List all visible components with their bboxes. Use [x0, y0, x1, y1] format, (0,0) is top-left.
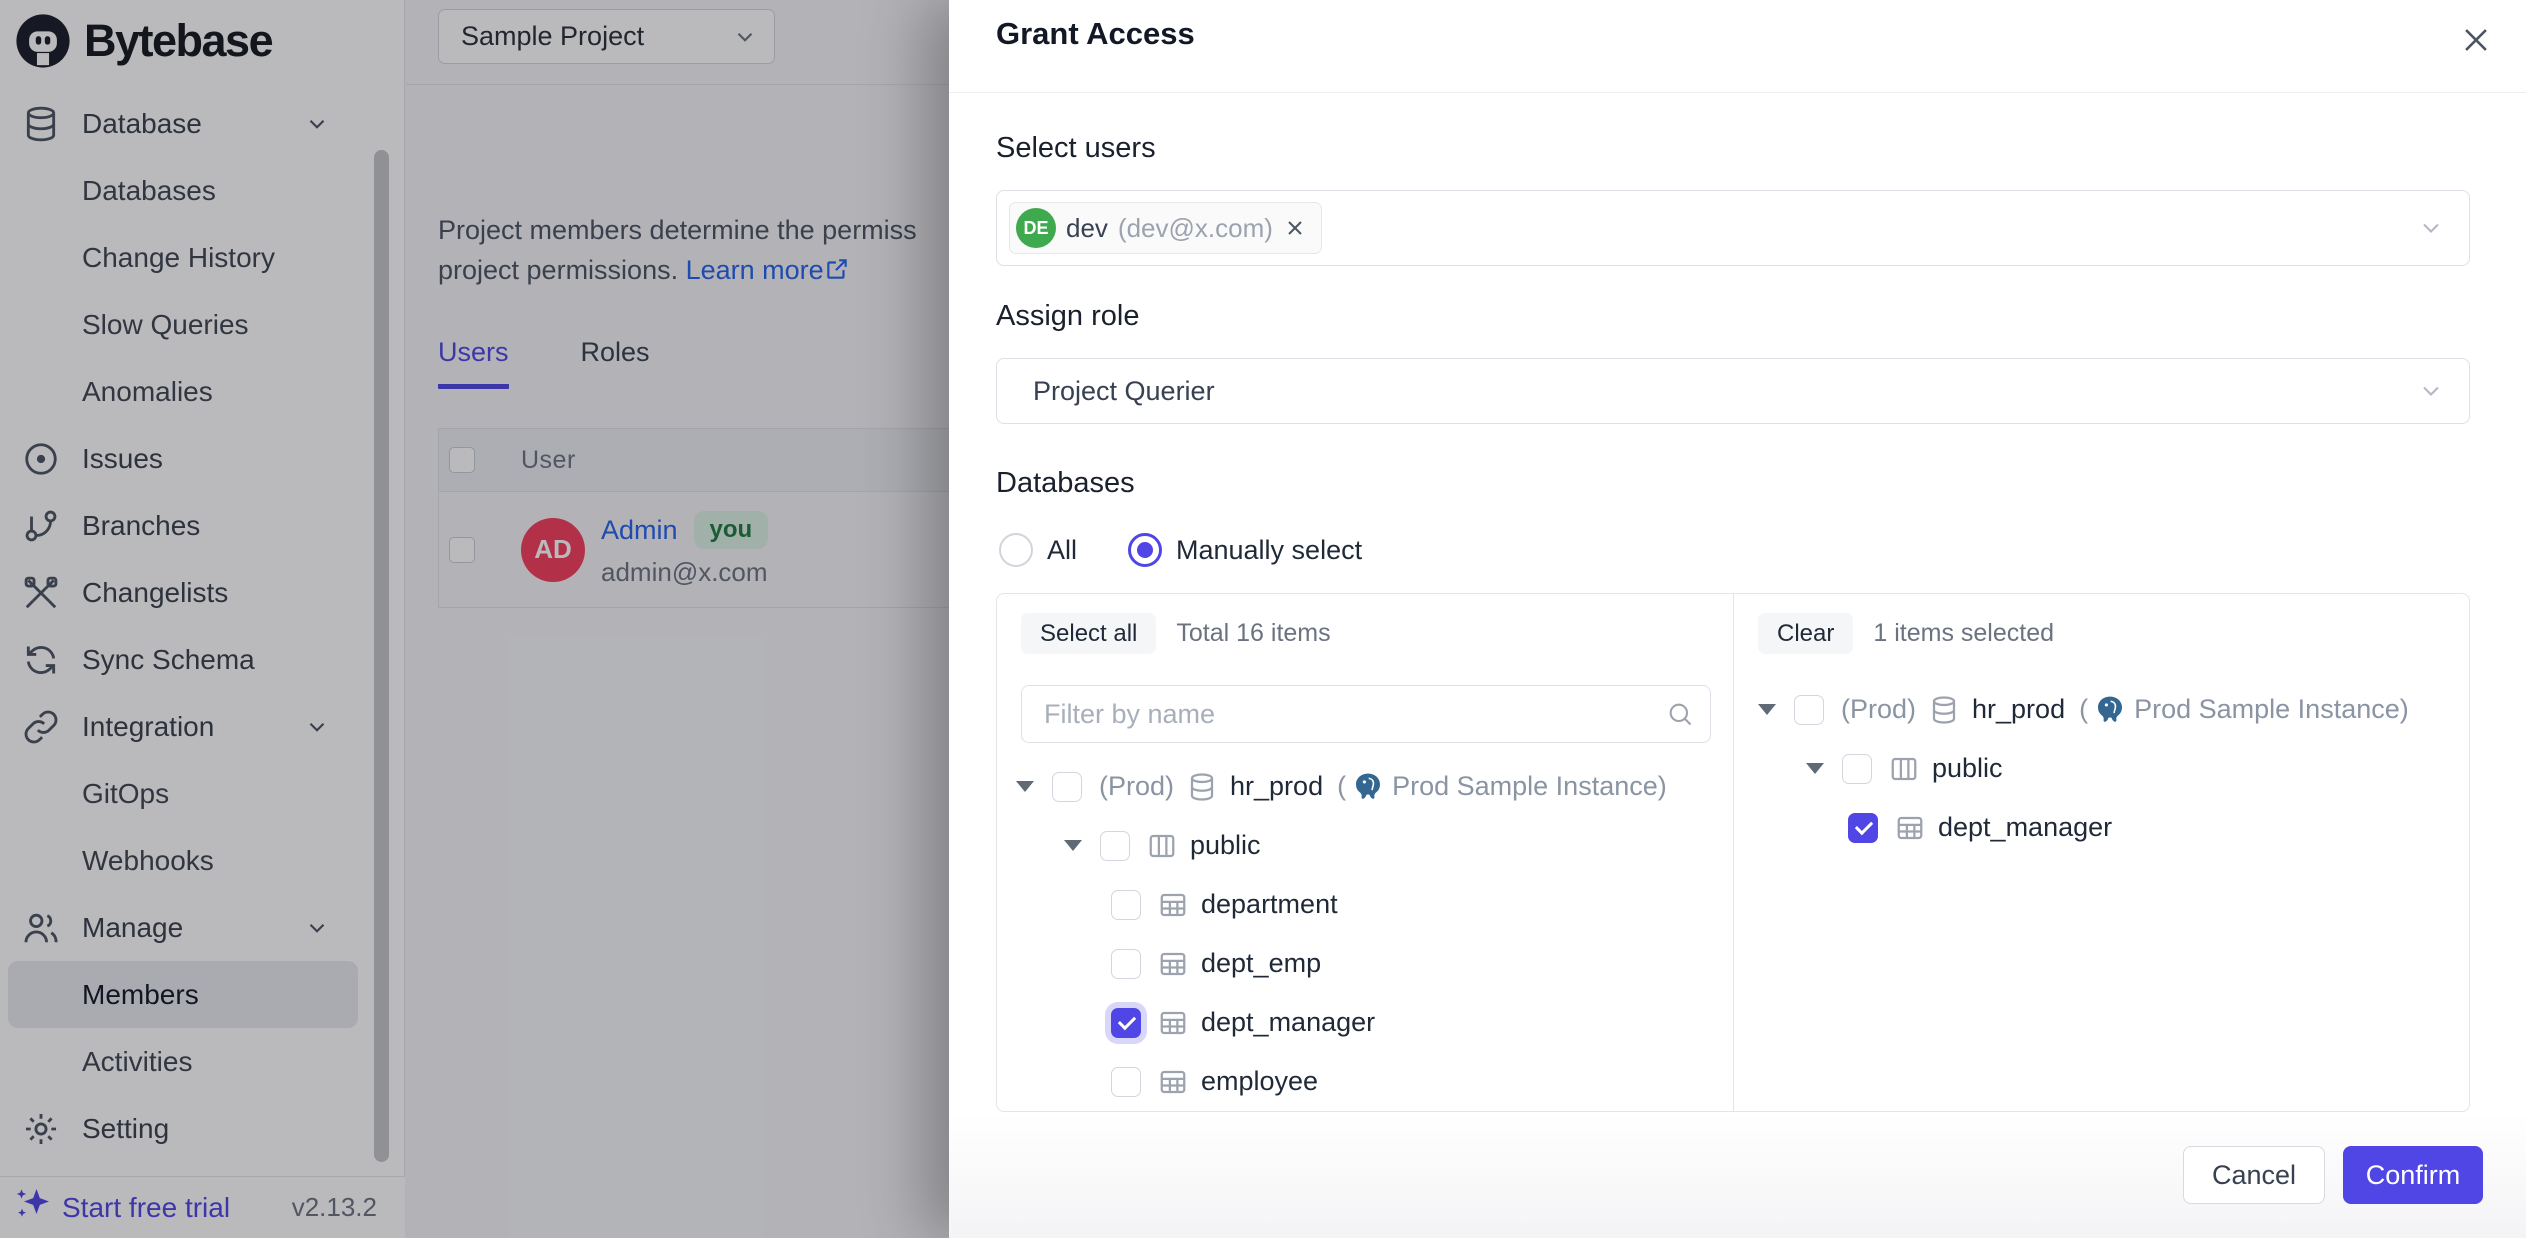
assign-role-label: Assign role	[996, 300, 1139, 333]
tree-row-table[interactable]: department	[997, 875, 1733, 934]
radio-all[interactable]: All	[999, 533, 1077, 567]
radio-circle[interactable]	[999, 533, 1033, 567]
tree-checkbox[interactable]	[1052, 772, 1082, 802]
modal-footer: Cancel Confirm	[949, 1112, 2526, 1238]
database-icon	[1929, 695, 1959, 725]
table-icon	[1158, 949, 1188, 979]
caret-down-icon[interactable]	[1805, 763, 1825, 774]
select-users-field[interactable]: DE dev (dev@x.com)	[996, 190, 2470, 266]
modal-title: Grant Access	[996, 16, 1195, 52]
selected-items-text: 1 items selected	[1873, 619, 2054, 648]
source-tree: (Prod) hr_prod ( Prod Sample Instance) p…	[997, 757, 1733, 1111]
assign-role-select[interactable]: Project Querier	[996, 358, 2470, 424]
caret-down-icon[interactable]	[1757, 704, 1777, 715]
tree-row-schema[interactable]: public	[997, 816, 1733, 875]
select-users-label: Select users	[996, 132, 1156, 165]
tree-row-schema[interactable]: public	[1734, 739, 2469, 798]
transfer-source-panel: Select all Total 16 items (Prod) hr_prod…	[997, 594, 1733, 1111]
tree-checkbox-checked[interactable]	[1111, 1008, 1141, 1038]
select-all-button[interactable]: Select all	[1021, 613, 1156, 654]
tree-checkbox[interactable]	[1100, 831, 1130, 861]
grant-access-modal: Grant Access Select users DE dev (dev@x.…	[949, 0, 2526, 1238]
postgresql-icon	[2094, 694, 2126, 726]
tree-row-table[interactable]: dept_emp	[997, 934, 1733, 993]
tree-row-table[interactable]: employee	[997, 1052, 1733, 1111]
search-icon	[1666, 700, 1694, 728]
table-icon	[1158, 1067, 1188, 1097]
caret-down-icon[interactable]	[1015, 781, 1035, 792]
caret-down-icon[interactable]	[1063, 840, 1083, 851]
chip-email: (dev@x.com)	[1118, 213, 1273, 244]
chevron-down-icon	[2417, 214, 2445, 242]
tree-checkbox[interactable]	[1842, 754, 1872, 784]
table-icon	[1158, 890, 1188, 920]
chip-avatar: DE	[1016, 208, 1056, 248]
schema-icon	[1889, 754, 1919, 784]
assign-role-value: Project Querier	[1033, 376, 1215, 407]
radio-manually-select[interactable]: Manually select	[1128, 533, 1362, 567]
header-divider	[949, 92, 2526, 93]
tree-checkbox[interactable]	[1111, 890, 1141, 920]
filter-field	[1021, 685, 1711, 743]
tree-checkbox[interactable]	[1111, 949, 1141, 979]
tree-checkbox[interactable]	[1111, 1067, 1141, 1097]
tree-checkbox-checked[interactable]	[1848, 813, 1878, 843]
selected-tree: (Prod) hr_prod ( Prod Sample Instance) p…	[1734, 680, 2469, 857]
filter-input[interactable]	[1022, 699, 1642, 730]
user-chip[interactable]: DE dev (dev@x.com)	[1009, 202, 1322, 254]
chip-name: dev	[1066, 213, 1108, 244]
tree-row-table[interactable]: dept_manager	[1734, 798, 2469, 857]
cancel-button[interactable]: Cancel	[2183, 1146, 2325, 1204]
close-icon[interactable]	[2456, 20, 2496, 60]
confirm-button[interactable]: Confirm	[2343, 1146, 2483, 1204]
screen: Bytebase Database Databases Change Histo…	[0, 0, 2526, 1238]
chip-remove-icon[interactable]	[1283, 216, 1307, 240]
chevron-down-icon	[2417, 377, 2445, 405]
radio-circle-checked[interactable]	[1128, 533, 1162, 567]
total-items-text: Total 16 items	[1176, 619, 1330, 648]
table-icon	[1895, 813, 1925, 843]
database-icon	[1187, 772, 1217, 802]
tree-row-database[interactable]: (Prod) hr_prod ( Prod Sample Instance)	[997, 757, 1733, 816]
schema-icon	[1147, 831, 1177, 861]
database-transfer-panel: Select all Total 16 items (Prod) hr_prod…	[996, 593, 2470, 1112]
tree-checkbox[interactable]	[1794, 695, 1824, 725]
databases-label: Databases	[996, 467, 1135, 500]
tree-row-database[interactable]: (Prod) hr_prod ( Prod Sample Instance)	[1734, 680, 2469, 739]
transfer-selected-panel: Clear 1 items selected (Prod) hr_prod ( …	[1734, 594, 2469, 1111]
postgresql-icon	[1352, 771, 1384, 803]
clear-button[interactable]: Clear	[1758, 613, 1853, 654]
tree-row-table[interactable]: dept_manager	[997, 993, 1733, 1052]
table-icon	[1158, 1008, 1188, 1038]
